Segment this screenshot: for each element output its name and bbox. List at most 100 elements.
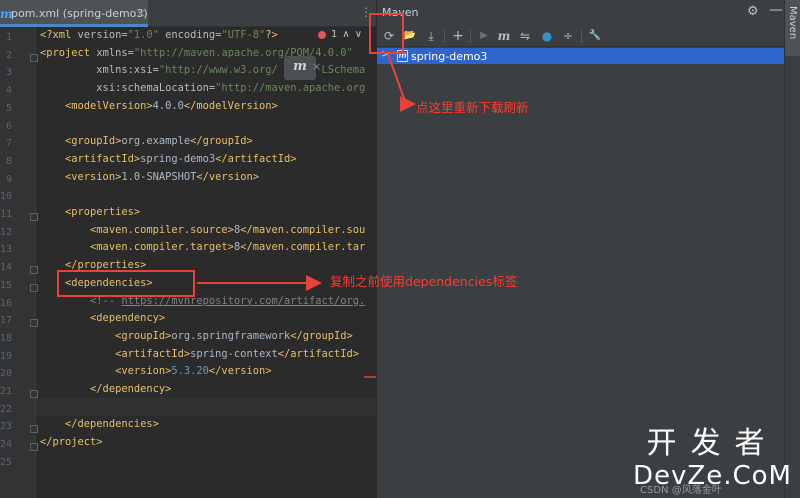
code-area[interactable]: <?xml version="1.0" encoding="UTF-8"?> <p…: [40, 27, 376, 498]
code-token: </dependency>: [40, 383, 172, 395]
code-token: </groupId>: [290, 329, 353, 342]
line-number: 21: [0, 386, 13, 397]
csdn-credit: CSDN @风落金叶: [640, 485, 722, 496]
dependencies-highlight-box: [57, 270, 195, 297]
code-token: </maven.compiler.sou: [240, 223, 366, 236]
toolbar-separator: [444, 30, 445, 43]
code-line: </project>: [40, 434, 103, 452]
inspection-widget[interactable]: 1 ∧ ∨: [318, 29, 362, 40]
code-token: <project: [40, 46, 97, 59]
fold-marker[interactable]: [30, 266, 38, 275]
reload-highlight-box: [369, 13, 404, 54]
toggle-offline-icon[interactable]: ⇋: [516, 27, 534, 45]
close-icon[interactable]: ×: [136, 6, 146, 20]
line-number: 16: [0, 297, 13, 309]
code-token: </dependencies>: [40, 418, 159, 431]
right-tool-strip: Maven: [784, 0, 800, 498]
line-number: 8: [5, 155, 12, 167]
line-number: 5: [5, 102, 12, 114]
collapse-all-icon[interactable]: ÷: [559, 27, 577, 45]
code-token: <modelVersion>: [40, 99, 153, 112]
line-number: 4: [5, 85, 12, 97]
line-number: 18: [0, 332, 13, 344]
maven-toolbar: ⟳ 📂 ⤓ + ▶ m ⇋ ● ÷ 🔧: [377, 25, 785, 47]
fold-marker[interactable]: [30, 443, 38, 452]
code-token: <dependency>: [40, 312, 166, 325]
maven-side-label: Maven: [787, 6, 798, 40]
line-number: 17: [0, 315, 13, 327]
code-token: </artifactId>: [215, 152, 297, 165]
code-token: "http://maven.apache.org/POM/4.0.0": [133, 46, 353, 59]
close-icon[interactable]: ×: [312, 60, 321, 73]
code-token: encoding=: [165, 29, 222, 41]
code-token: "http://maven.apache.org: [215, 82, 366, 95]
download-icon[interactable]: ⤓: [422, 27, 440, 45]
code-line: <version>5.3.20</version>: [40, 363, 271, 381]
code-token: <artifactId>: [40, 347, 191, 360]
add-icon[interactable]: +: [449, 27, 467, 45]
fold-marker[interactable]: [30, 283, 38, 292]
fold-marker[interactable]: [30, 425, 38, 434]
wrench-icon[interactable]: 🔧: [586, 27, 604, 45]
fold-marker[interactable]: [30, 213, 38, 221]
line-number: 20: [0, 368, 13, 380]
line-number: 9: [5, 173, 12, 185]
code-line: <groupId>org.springframework</groupId>: [40, 328, 353, 346]
editor-pane: m pom.xml (spring-demo3) × ⋮ 1 2 3 4 5 6 7 8 9 10…: [0, 0, 376, 498]
code-line: <properties>: [40, 204, 140, 222]
line-number: 6: [5, 120, 12, 132]
minimize-icon[interactable]: —: [769, 2, 783, 18]
line-number: 23: [0, 421, 13, 433]
line-number: 7: [5, 138, 12, 150]
toolbar-separator: [581, 30, 582, 43]
code-line: </dependency>: [40, 381, 171, 399]
code-line: <?xml version="1.0" encoding="UTF-8"?>: [40, 27, 278, 45]
code-token: <maven.compiler.target>: [40, 241, 234, 254]
code-line: <maven.compiler.target>8</maven.compiler…: [40, 239, 365, 257]
code-token: <?xml: [40, 29, 78, 41]
code-token: </project>: [40, 436, 103, 449]
code-token: "1.0": [127, 29, 166, 41]
line-number: 12: [0, 226, 13, 238]
code-token: <version>: [40, 170, 122, 183]
code-token: spring-demo3: [140, 152, 216, 165]
code-token: org.springframework: [171, 329, 291, 342]
code-token: </maven.compiler.tar: [240, 241, 366, 254]
code-token: xmlns=: [96, 46, 134, 59]
code-token: "UTF-8": [221, 29, 266, 41]
code-token: xsi:schemaLocation=: [40, 82, 216, 95]
code-line: xsi:schemaLocation="http://maven.apache.…: [40, 80, 365, 98]
line-number: 3: [5, 67, 12, 79]
error-count: 1: [331, 29, 338, 40]
gear-icon[interactable]: ⚙: [747, 4, 759, 19]
chevron-up-icon[interactable]: ∧: [342, 29, 349, 40]
fold-marker[interactable]: [30, 53, 38, 62]
fold-marker[interactable]: [30, 390, 38, 398]
code-token: <properties>: [40, 206, 141, 218]
line-number: 14: [0, 262, 13, 274]
fold-marker[interactable]: [30, 319, 38, 328]
code-token: <maven.compiler.source>: [40, 223, 234, 236]
tree-item-spring-demo3[interactable]: > m spring-demo3: [377, 48, 785, 64]
code-token: <groupId>: [40, 135, 122, 148]
line-number: 24: [0, 439, 13, 451]
reload-note: 点这里重新下载刷新: [416, 100, 529, 115]
line-number: 19: [0, 350, 13, 362]
execute-goal-icon[interactable]: m: [495, 27, 513, 45]
code-token: <artifactId>: [40, 152, 141, 165]
code-token: </modelVersion>: [183, 99, 278, 112]
code-token: 4.0.0: [152, 99, 184, 112]
maven-header: Maven ⚙ —: [377, 0, 785, 25]
code-line: <modelVersion>4.0.0</modelVersion>: [40, 98, 278, 116]
code-token: </version>: [208, 365, 272, 378]
run-icon[interactable]: ▶: [475, 27, 493, 45]
line-number-gutter: 1 2 3 4 5 6 7 8 9 10 11 12 13 14 15 16 17 18 19 20 21 22 23 24 2…: [0, 27, 38, 498]
maven-side-tab[interactable]: Maven: [785, 0, 800, 56]
line-number: 13: [0, 244, 13, 256]
chevron-down-icon[interactable]: ∨: [355, 29, 362, 40]
code-token: <groupId>: [40, 329, 172, 342]
code-token: ?>: [265, 29, 278, 41]
code-token: spring-context: [190, 347, 278, 360]
skip-tests-icon[interactable]: ●: [538, 27, 556, 45]
tab-pom-xml[interactable]: m pom.xml (spring-demo3) ×: [0, 0, 148, 27]
